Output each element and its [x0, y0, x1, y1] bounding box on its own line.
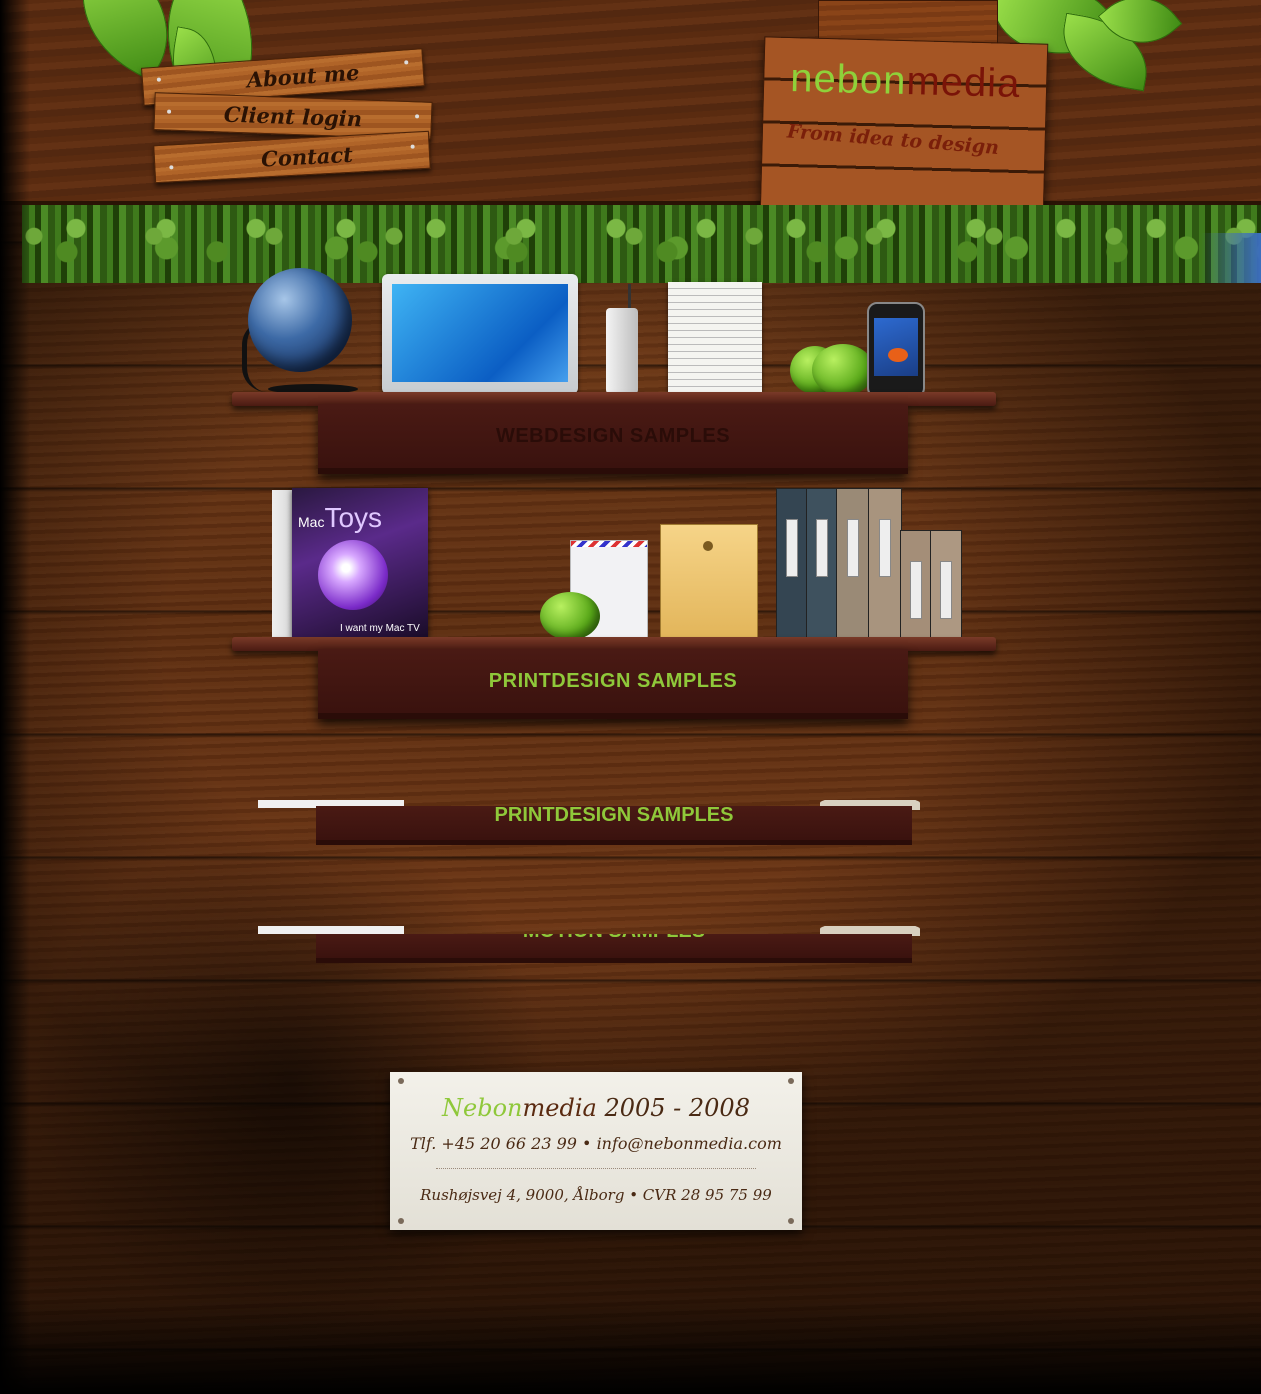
- router-icon: [606, 308, 638, 394]
- nav-label: Contact: [260, 141, 354, 172]
- nav-label: About me: [245, 59, 361, 93]
- shelf-webdesign[interactable]: WEBDESIGN SAMPLES: [318, 404, 908, 474]
- nail: [410, 144, 415, 149]
- shelf-label: WEBDESIGN SAMPLES: [495, 424, 731, 447]
- shelf-label: PRINTDESIGN SAMPLES: [494, 806, 734, 826]
- binder-icon: [930, 530, 962, 640]
- lime-icon: [812, 344, 874, 396]
- footer-contact: Tlf. +45 20 66 23 99 • info@nebonmedia.c…: [410, 1134, 782, 1153]
- pin-icon: [398, 1078, 404, 1084]
- shelf-printdesign[interactable]: PRINTDESIGN SAMPLES: [318, 649, 908, 719]
- footer-brand: Nebonmedia 2005 - 2008: [442, 1094, 750, 1122]
- document-icon: [668, 282, 762, 394]
- shelf-motion[interactable]: MOTION SAMPLES: [258, 926, 924, 966]
- binder-icon: [806, 488, 838, 640]
- nail: [414, 114, 420, 119]
- binder-icon: [836, 488, 870, 640]
- pin-icon: [788, 1218, 794, 1224]
- nail: [167, 109, 172, 114]
- magazine-cover: MacToys I want my Mac TV: [292, 488, 428, 638]
- folder-icon: [660, 524, 758, 640]
- footer-address: Rushøjsvej 4, 9000, Ålborg • CVR 28 95 7…: [420, 1186, 772, 1204]
- nail: [404, 60, 409, 65]
- page: About me Client login Contact nebonmedia…: [0, 0, 1261, 1394]
- nail: [156, 77, 162, 82]
- binder-icon: [776, 488, 808, 640]
- pin-icon: [398, 1218, 404, 1224]
- footer-note: Nebonmedia 2005 - 2008 Tlf. +45 20 66 23…: [390, 1072, 802, 1230]
- binder-icon: [868, 488, 902, 640]
- forest-banner: [22, 205, 1261, 283]
- shelf-label: PRINTDESIGN SAMPLES: [488, 669, 738, 692]
- laptop-icon: [382, 274, 578, 394]
- shelf-printdesign-2[interactable]: PRINTDESIGN SAMPLES: [258, 800, 924, 846]
- logo-sign[interactable]: nebonmedia From idea to design: [759, 36, 1049, 222]
- logo-tagline: From idea to design: [786, 120, 1000, 160]
- phone-icon: [867, 302, 925, 398]
- pin-icon: [788, 1078, 794, 1084]
- nail: [169, 165, 174, 170]
- lime-icon: [540, 592, 600, 640]
- shelf-label: MOTION SAMPLES: [523, 934, 705, 943]
- nav-label: Client login: [223, 101, 363, 131]
- logo-brand: nebonmedia: [789, 56, 1021, 107]
- globe-icon: [248, 268, 352, 372]
- binder-icon: [900, 530, 932, 640]
- footer-divider: [436, 1168, 756, 1169]
